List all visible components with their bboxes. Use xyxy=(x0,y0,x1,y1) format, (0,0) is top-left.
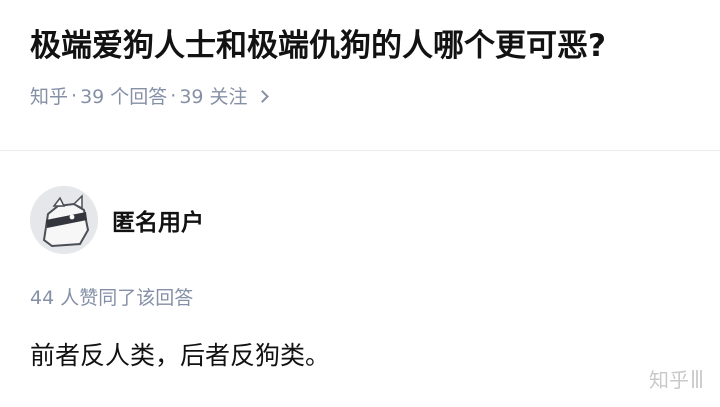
question-header: 极端爱狗人士和极端仇狗的人哪个更可恶? 知乎 · 39 个回答 · 39 关注 xyxy=(30,22,700,109)
meta-separator: · xyxy=(170,84,177,107)
watermark-bars-icon xyxy=(692,369,702,388)
answer-count: 39 个回答 xyxy=(80,86,168,108)
answer-content[interactable]: 前者反人类，后者反狗类。 xyxy=(30,336,690,372)
vote-count-text: 44 人赞同了该回答 xyxy=(30,287,194,309)
author-name[interactable]: 匿名用户 xyxy=(112,203,204,237)
anonymous-avatar-icon[interactable] xyxy=(30,186,98,254)
chevron-right-icon xyxy=(255,90,269,103)
source-label: 知乎 xyxy=(30,86,69,108)
answer-card: 匿名用户 44 人赞同了该回答 前者反人类，后者反狗类。 xyxy=(30,185,690,372)
zhihu-answer-card: 极端爱狗人士和极端仇狗的人哪个更可恶? 知乎 · 39 个回答 · 39 关注 xyxy=(0,0,720,407)
watermark-text: 知乎 xyxy=(649,368,689,392)
dog-mask-icon xyxy=(30,186,98,254)
question-title[interactable]: 极端爱狗人士和极端仇狗的人哪个更可恶? xyxy=(30,22,700,70)
section-divider xyxy=(0,150,720,151)
zhihu-watermark: 知乎 xyxy=(649,364,702,393)
author-row: 匿名用户 xyxy=(30,185,690,255)
meta-separator: · xyxy=(71,84,78,107)
question-meta[interactable]: 知乎 · 39 个回答 · 39 关注 xyxy=(30,82,700,109)
follow-count: 39 关注 xyxy=(179,86,248,108)
